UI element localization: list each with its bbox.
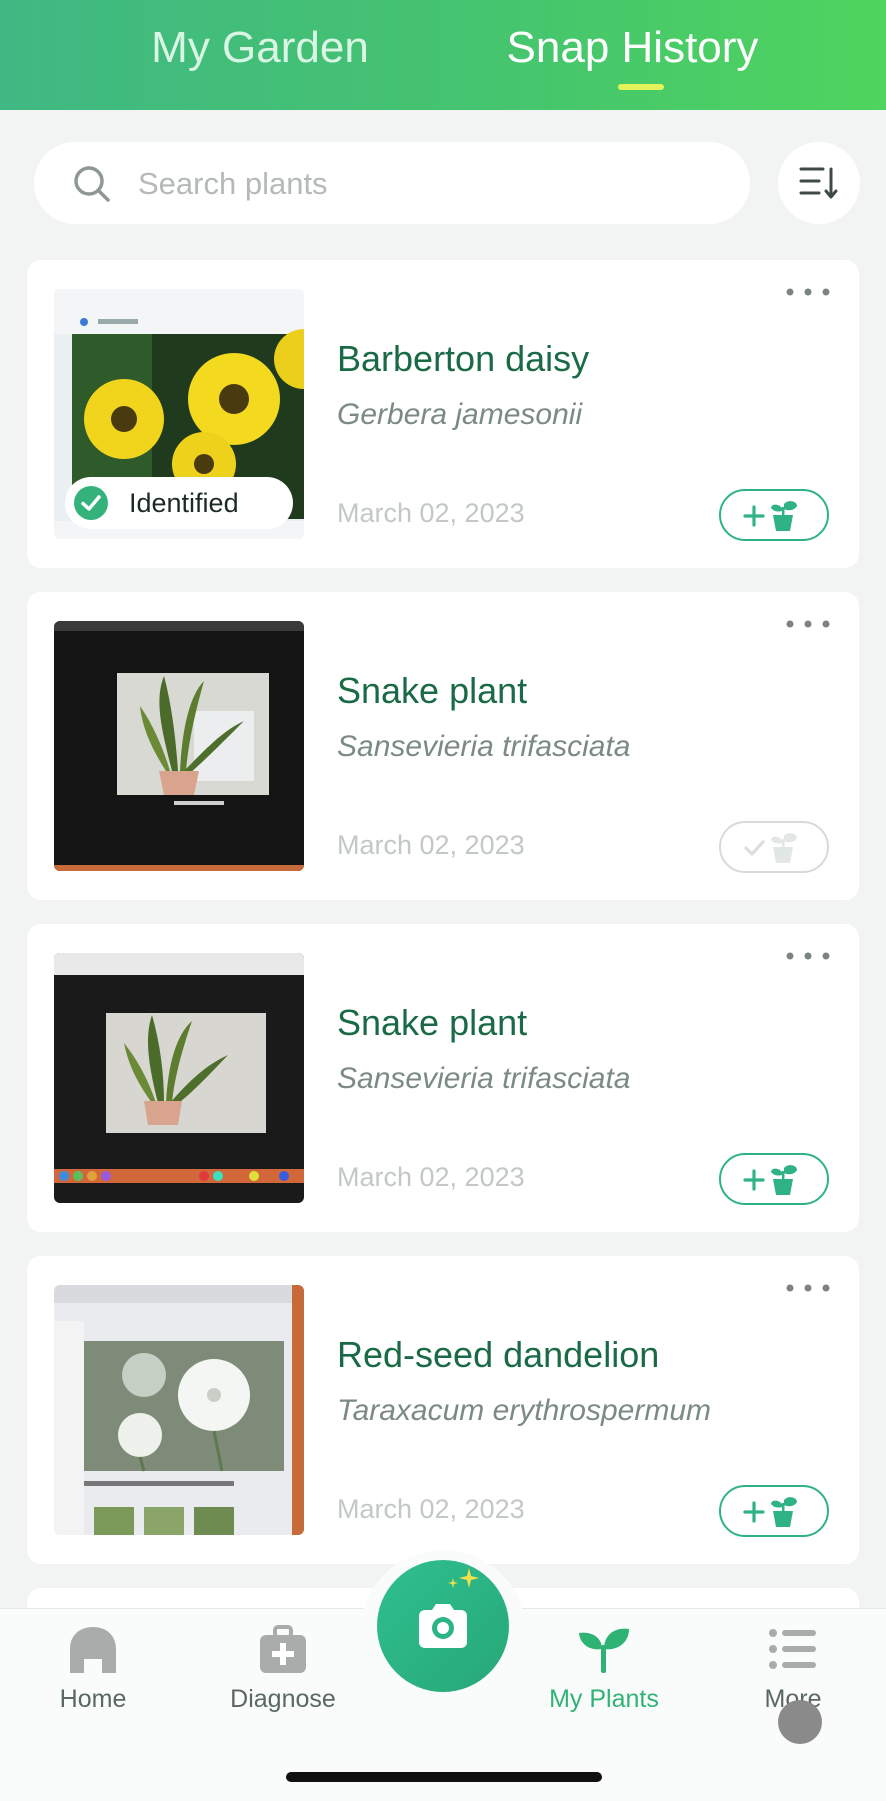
snap-card[interactable]: Identified Barberton daisy Gerbera james… bbox=[27, 260, 859, 568]
snap-date: March 02, 2023 bbox=[337, 830, 525, 860]
nav-label: Home bbox=[59, 1685, 127, 1713]
plant-scientific-name: Taraxacum erythrospermum bbox=[337, 1394, 712, 1427]
search-icon bbox=[74, 166, 110, 202]
tab-my-garden[interactable]: My Garden bbox=[130, 18, 390, 78]
search-input[interactable] bbox=[136, 142, 700, 226]
plant-scientific-name: Sansevieria trifasciata bbox=[337, 1062, 631, 1095]
camera-icon bbox=[419, 1604, 467, 1648]
first-aid-kit-icon bbox=[260, 1625, 306, 1673]
check-plant-icon bbox=[744, 833, 797, 863]
add-to-garden-button[interactable] bbox=[719, 1485, 829, 1537]
list-icon bbox=[769, 1629, 816, 1669]
assistive-touch-dot[interactable] bbox=[778, 1700, 822, 1744]
plant-common-name: Snake plant bbox=[337, 670, 528, 711]
plant-scientific-name: Gerbera jamesonii bbox=[337, 398, 583, 431]
plus-plant-icon bbox=[743, 1165, 797, 1195]
nav-label: My Plants bbox=[549, 1685, 659, 1713]
more-options-icon[interactable] bbox=[783, 946, 833, 966]
identified-badge: Identified bbox=[65, 477, 293, 529]
plant-common-name: Barberton daisy bbox=[337, 338, 590, 379]
badge-label: Identified bbox=[129, 488, 239, 518]
home-icon bbox=[70, 1627, 116, 1673]
snap-card[interactable]: Red-seed dandelion Taraxacum erythrosper… bbox=[27, 1256, 859, 1564]
plant-photo: Identified bbox=[54, 289, 304, 539]
plus-plant-icon bbox=[743, 501, 797, 531]
plant-photo bbox=[54, 1285, 304, 1535]
add-to-garden-button[interactable] bbox=[719, 1153, 829, 1205]
more-options-icon[interactable] bbox=[783, 1278, 833, 1298]
top-header: My Garden Snap History bbox=[0, 0, 886, 110]
plus-plant-icon bbox=[743, 1497, 797, 1527]
tab-snap-history[interactable]: Snap History bbox=[495, 18, 770, 78]
add-to-garden-button[interactable] bbox=[719, 489, 829, 541]
sprout-icon bbox=[579, 1628, 629, 1673]
nav-home[interactable]: Home bbox=[28, 1623, 158, 1723]
nav-diagnose[interactable]: Diagnose bbox=[218, 1623, 348, 1723]
plant-common-name: Red-seed dandelion bbox=[337, 1334, 660, 1375]
snap-date: March 02, 2023 bbox=[337, 1162, 525, 1192]
nav-my-plants[interactable]: My Plants bbox=[539, 1623, 669, 1723]
more-options-icon[interactable] bbox=[783, 614, 833, 634]
home-indicator bbox=[286, 1772, 602, 1782]
check-circle-icon bbox=[74, 486, 108, 520]
more-options-icon[interactable] bbox=[783, 282, 833, 302]
plant-photo bbox=[54, 953, 304, 1203]
snap-date: March 02, 2023 bbox=[337, 1494, 525, 1524]
search-bar[interactable] bbox=[34, 142, 750, 226]
sparkle-icon bbox=[448, 1568, 479, 1588]
added-to-garden-button[interactable] bbox=[719, 821, 829, 873]
sort-button[interactable] bbox=[778, 142, 860, 224]
plant-photo bbox=[54, 621, 304, 871]
plant-scientific-name: Sansevieria trifasciata bbox=[337, 730, 631, 763]
snap-card[interactable]: Snake plant Sansevieria trifasciata Marc… bbox=[27, 924, 859, 1232]
nav-label: Diagnose bbox=[230, 1685, 336, 1713]
snap-date: March 02, 2023 bbox=[337, 498, 525, 528]
plant-common-name: Snake plant bbox=[337, 1002, 528, 1043]
active-tab-indicator bbox=[618, 84, 664, 90]
sort-icon bbox=[799, 167, 838, 199]
snap-card[interactable]: Snake plant Sansevieria trifasciata Marc… bbox=[27, 592, 859, 900]
